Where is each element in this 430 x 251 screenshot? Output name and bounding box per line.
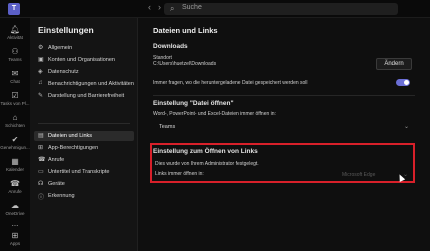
settings-title: Einstellungen: [38, 25, 94, 35]
tasks-icon: ☑: [11, 91, 19, 100]
change-location-button[interactable]: Ändern: [376, 58, 412, 70]
nav-item-recognition[interactable]: ⓘ Erkennung: [34, 191, 134, 202]
settings-content: Dateien und Links Downloads Standort C:\…: [138, 18, 430, 251]
captions-icon: ▭: [38, 169, 44, 175]
ask-where-label: Immer fragen, wo die heruntergeladene Da…: [153, 80, 308, 86]
rail-item-activity[interactable]: 🔔︎ Aktivität: [0, 22, 30, 44]
open-links-value: Microsoft Edge: [342, 172, 376, 178]
nav-item-devices[interactable]: ☊ Geräte: [34, 179, 134, 189]
search-input[interactable]: ⌕ Suche: [164, 3, 398, 15]
open-files-description: Word-, PowerPoint- und Excel-Dateien imm…: [153, 111, 276, 117]
rail-item-teams[interactable]: ⚇ Teams: [0, 44, 30, 66]
nav-item-app-permissions[interactable]: ⊞ App-Berechtigungen: [34, 143, 134, 153]
bell-icon: 🔔︎: [9, 25, 21, 34]
gear-icon: ⚙: [38, 45, 44, 51]
page-title: Dateien und Links: [153, 26, 218, 35]
open-files-value: Teams: [159, 124, 176, 130]
files-icon: ▤: [38, 133, 44, 139]
admin-note: Dies wurde von Ihrem Administrator festg…: [155, 161, 259, 167]
rail-item-apps[interactable]: ⊞ Apps: [0, 228, 30, 250]
search-icon: ⌕: [170, 4, 175, 13]
teams-icon: ⚇: [11, 47, 19, 56]
phone-icon: ☎: [10, 179, 20, 188]
school-icon: ⌂: [12, 113, 18, 122]
nav-item-privacy[interactable]: ◈ Datenschutz: [34, 67, 134, 77]
nav-divider: [38, 123, 130, 124]
rail-item-calendar[interactable]: ▦ Kalender: [0, 154, 30, 176]
rail-item-calls[interactable]: ☎ Anrufe: [0, 176, 30, 198]
nav-item-notifications[interactable]: ♫ Benachrichtigungen und Aktivitäten: [34, 79, 134, 89]
privacy-icon: ◈: [38, 69, 43, 75]
chat-icon: ✉: [11, 69, 19, 78]
open-files-select[interactable]: Teams ⌄: [153, 122, 415, 134]
info-icon: ⓘ: [38, 195, 45, 201]
forward-arrow-icon[interactable]: ›: [158, 2, 161, 12]
downloads-heading: Downloads: [153, 43, 188, 50]
calendar-icon: ▦: [11, 157, 19, 166]
rail-item-tasks[interactable]: ☑ Tasks von Pl...: [0, 88, 30, 110]
open-links-label: Links immer öffnen in:: [155, 171, 204, 177]
download-path: C:\Users\huetzel\Downloads: [153, 61, 217, 67]
accessibility-icon: ✎: [38, 93, 44, 99]
back-arrow-icon[interactable]: ‹: [148, 2, 151, 12]
devices-icon: ☊: [38, 181, 44, 187]
phone-icon: ☎: [38, 157, 46, 163]
open-links-heading: Einstellung zum Öffnen von Links: [153, 148, 258, 155]
open-files-heading: Einstellung "Datei öffnen": [153, 100, 234, 107]
cloud-icon: ☁: [11, 201, 19, 210]
nav-item-appearance[interactable]: ✎ Darstellung und Barrierefreiheit: [34, 91, 134, 101]
accounts-icon: ▣: [38, 57, 44, 63]
teams-logo-icon: T: [8, 3, 20, 15]
nav-item-files-links[interactable]: ▤ Dateien und Links: [34, 131, 134, 141]
bell-icon: ♫: [38, 80, 43, 86]
search-placeholder: Suche: [182, 4, 202, 11]
nav-item-calls[interactable]: ☎ Anrufe: [34, 155, 134, 165]
nav-item-captions[interactable]: ▭ Untertitel und Transkripte: [34, 167, 134, 177]
nav-item-general[interactable]: ⚙ Allgemein: [34, 43, 134, 53]
rail-item-approvals[interactable]: ✔ Genehmigun...: [0, 132, 30, 154]
section-divider: [153, 95, 415, 96]
rail-item-shifts[interactable]: ⌂ Schichten: [0, 110, 30, 132]
title-bar: T ‹ › ⌕ Suche: [0, 0, 430, 18]
ask-where-toggle[interactable]: [396, 79, 410, 86]
apps-icon: ⊞: [11, 231, 19, 240]
settings-nav: Einstellungen ⚙ Allgemein ▣ Konten und O…: [30, 18, 138, 251]
apps-icon: ⊞: [38, 145, 44, 151]
rail-item-chat[interactable]: ✉ Chat: [0, 66, 30, 88]
app-rail: 🔔︎ Aktivität ⚇ Teams ✉ Chat ☑ Tasks von …: [0, 18, 30, 251]
approval-icon: ✔: [11, 135, 19, 144]
rail-item-more[interactable]: ...: [0, 216, 30, 228]
chevron-down-icon: ⌄: [403, 124, 409, 130]
nav-item-accounts[interactable]: ▣ Konten und Organisationen: [34, 55, 134, 65]
toggle-knob: [404, 80, 409, 85]
